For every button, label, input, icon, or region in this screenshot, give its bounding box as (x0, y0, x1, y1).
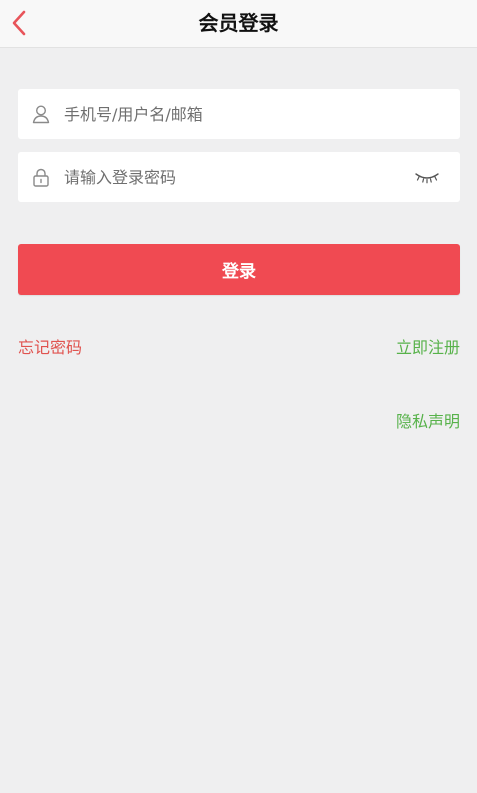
forgot-password-link[interactable]: 忘记密码 (18, 337, 82, 359)
register-link[interactable]: 立即注册 (396, 337, 460, 359)
username-field[interactable] (18, 89, 460, 139)
login-button[interactable]: 登录 (18, 244, 460, 295)
privacy-statement-link[interactable]: 隐私声明 (396, 411, 460, 433)
top-bar: 会员登录 (0, 0, 477, 48)
user-icon (32, 105, 50, 124)
eye-closed-icon[interactable] (414, 168, 440, 186)
username-input[interactable] (64, 89, 404, 139)
page-title: 会员登录 (198, 11, 279, 35)
lock-icon (33, 168, 49, 187)
password-input[interactable] (64, 152, 404, 202)
password-field[interactable] (18, 152, 460, 202)
